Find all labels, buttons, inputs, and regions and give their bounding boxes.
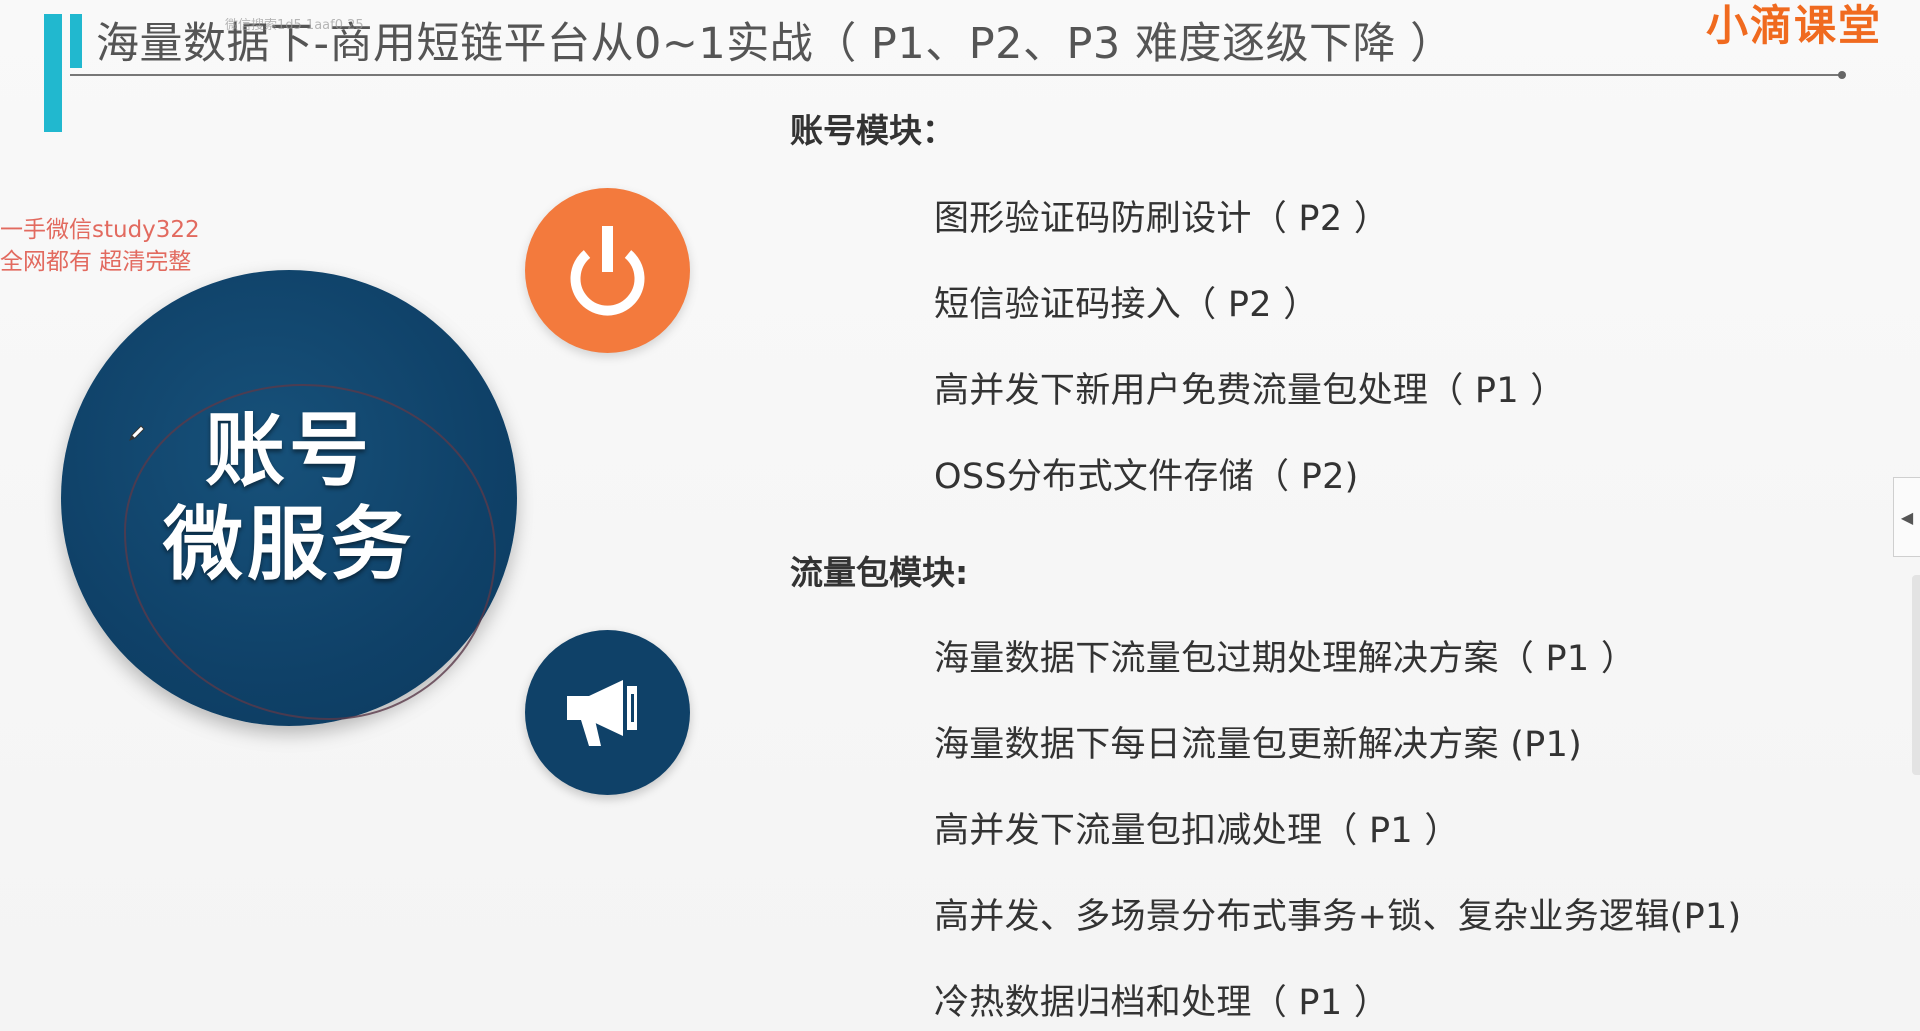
title-divider-dot [1838,71,1846,79]
section-heading-account: 账号模块： [790,111,955,150]
side-panel-toggle[interactable]: ◀ [1893,477,1920,557]
brand-logo: 小滴课堂 [1705,1,1882,50]
list-item: 高并发、多场景分布式事务+锁、复杂业务逻辑(P1) [934,897,1742,937]
faint-watermark: 微信搜索1d5 1aaf0 25 [225,18,364,33]
list-item: OSS分布式文件存储（ P2) [934,457,1359,497]
title-divider [70,74,1842,76]
slide-canvas: 海量数据下-商用短链平台从0~1实战（ P1、P2、P3 难度逐级下降 ） 微信… [0,0,1920,1031]
list-item: 高并发下新用户免费流量包处理（ P1 ） [934,371,1566,411]
list-item: 图形验证码防刷设计（ P2 ） [934,199,1390,239]
title-accent-bar-secondary [70,14,82,68]
list-item: 短信验证码接入（ P2 ） [934,285,1319,325]
promo-overlay: 一手微信study322 全网都有 超清完整 [0,214,200,278]
promo-line-1: 一手微信study322 [0,217,200,243]
power-badge [525,188,690,353]
list-item: 高并发下流量包扣减处理（ P1 ） [934,811,1460,851]
collapse-left-icon: ◀ [1900,507,1914,527]
megaphone-badge [525,630,690,795]
pencil-cursor-icon [129,425,145,441]
main-topic-label: 账号 微服务 [61,270,517,726]
list-item: 冷热数据归档和处理（ P1 ） [934,983,1390,1023]
list-item: 海量数据下流量包过期处理解决方案（ P1 ） [934,639,1637,679]
power-icon [570,226,645,316]
megaphone-icon [567,680,637,746]
list-item: 海量数据下每日流量包更新解决方案 (P1) [934,725,1583,765]
main-topic-line-2: 微服务 [163,498,415,591]
section-heading-traffic: 流量包模块: [790,553,969,592]
title-accent-bar [44,14,62,132]
side-scroll-track[interactable] [1912,575,1920,775]
main-topic-line-1: 账号 [205,404,373,497]
